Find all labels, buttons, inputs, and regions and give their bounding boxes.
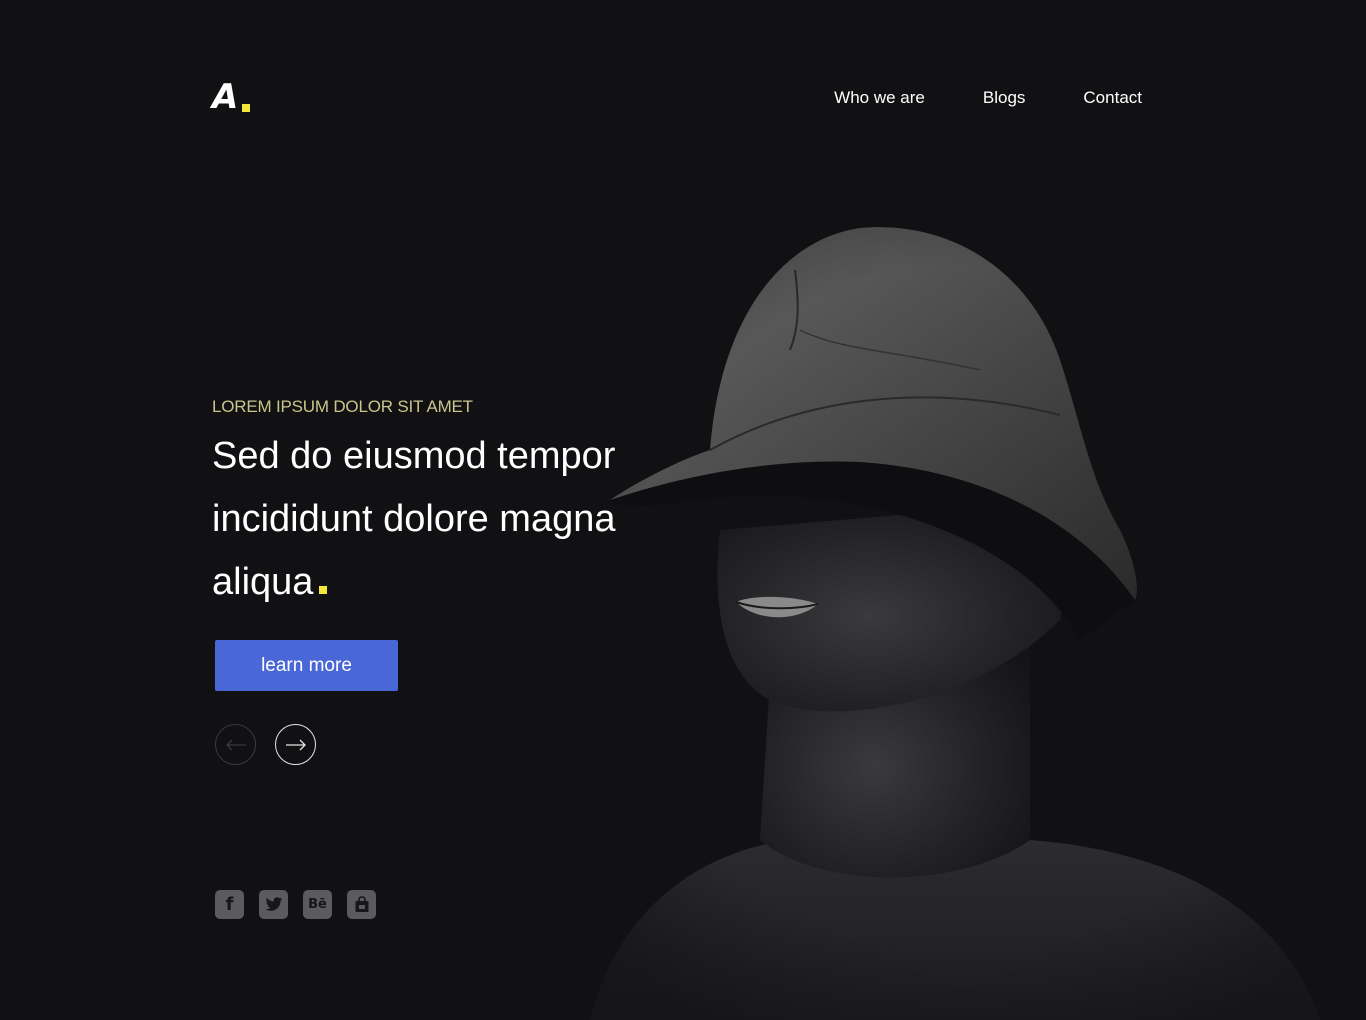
- brand-logo[interactable]: A: [212, 77, 251, 117]
- store-button[interactable]: [347, 890, 376, 919]
- slider-prev-button[interactable]: [215, 724, 256, 765]
- behance-button[interactable]: Bē: [303, 890, 332, 919]
- arrow-right-icon: [285, 739, 306, 750]
- hero-headline-text: Sed do eiusmod tempor incididunt dolore …: [212, 435, 616, 603]
- learn-more-button[interactable]: learn more: [215, 640, 398, 691]
- facebook-button[interactable]: f: [215, 890, 244, 919]
- hero-eyebrow: LOREM IPSUM DOLOR SIT AMET: [212, 397, 473, 416]
- behance-icon: Bē: [308, 897, 327, 912]
- nav-item-contact[interactable]: Contact: [1083, 88, 1142, 108]
- facebook-icon: f: [225, 894, 234, 915]
- nav-item-who-we-are[interactable]: Who we are: [834, 88, 925, 108]
- headline-accent-dot: [319, 586, 328, 594]
- arrow-left-icon: [225, 739, 246, 750]
- hero-headline: Sed do eiusmod tempor incididunt dolore …: [212, 425, 692, 614]
- logo-accent-dot: [242, 104, 251, 112]
- social-links: f Bē: [215, 890, 376, 919]
- nav-item-blogs[interactable]: Blogs: [983, 88, 1026, 108]
- store-icon: [355, 896, 368, 912]
- logo-letter: A: [212, 77, 238, 117]
- twitter-button[interactable]: [259, 890, 288, 919]
- main-nav: Who we are Blogs Contact: [834, 88, 1142, 108]
- twitter-icon: [265, 897, 282, 911]
- slider-next-button[interactable]: [275, 724, 316, 765]
